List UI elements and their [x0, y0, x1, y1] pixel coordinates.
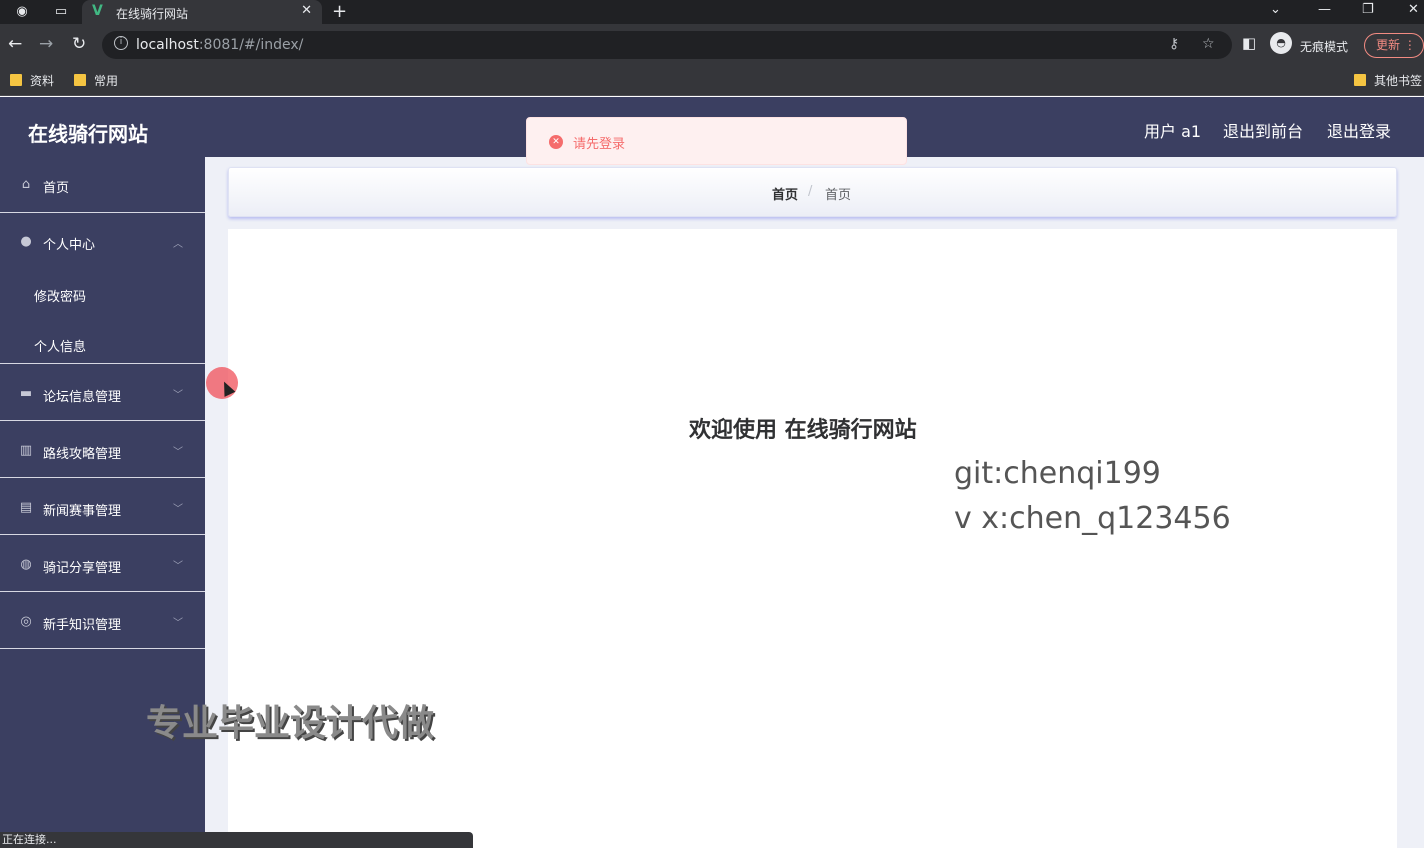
chevron-down-icon: ﹀ — [173, 390, 183, 401]
chevron-down-icon: ﹀ — [173, 504, 183, 515]
content-panel — [228, 229, 1397, 848]
app-title: 在线骑行网站 — [28, 122, 148, 146]
exit-to-front-link[interactable]: 退出到前台 — [1223, 118, 1303, 142]
minimize-icon[interactable]: — — [1318, 2, 1331, 17]
breadcrumb-root[interactable]: 首页 — [772, 184, 798, 203]
bookmark-folder-ziliao[interactable]: 资料 — [10, 72, 54, 90]
back-icon[interactable]: ← — [8, 34, 22, 54]
globe-icon[interactable]: ◉ — [10, 2, 34, 22]
sidebar-item-home[interactable]: ⌂ 首页 — [0, 157, 205, 213]
welcome-heading: 欢迎使用 在线骑行网站 — [689, 418, 917, 443]
side-panel-icon[interactable]: ◧ — [1242, 34, 1256, 52]
sidebar-subitem-change-password[interactable]: 修改密码 — [34, 286, 86, 305]
window-close-icon[interactable]: ✕ — [1408, 2, 1419, 17]
error-circle-icon: ✕ — [549, 135, 563, 149]
sidebar-item-forum[interactable]: ▬ 论坛信息管理 ﹀ — [0, 364, 205, 421]
folder-icon — [1354, 74, 1366, 86]
breadcrumb — [228, 167, 1397, 217]
watermark-text: 专业毕业设计代做 — [146, 703, 435, 744]
chart-icon: ▥ — [19, 443, 33, 458]
address-bar[interactable]: i localhost:8081/#/index/ ⚷ ☆ — [102, 31, 1232, 59]
chevron-down-icon: ﹀ — [173, 447, 183, 458]
folder-icon — [74, 74, 86, 86]
vue-favicon-icon: V — [92, 3, 103, 19]
sidebar-item-routes[interactable]: ▥ 路线攻略管理 ﹀ — [0, 421, 205, 478]
sidebar-item-beginner[interactable]: ◎ 新手知识管理 ﹀ — [0, 592, 205, 649]
update-button[interactable]: 更新 ⋮ — [1364, 33, 1424, 58]
toast-message: 请先登录 — [573, 137, 626, 152]
bookmarks-bar: 资料 常用 其他书签 — [0, 66, 1424, 96]
sidebar-item-news[interactable]: ▤ 新闻赛事管理 ﹀ — [0, 478, 205, 535]
home-icon: ⌂ — [21, 177, 31, 192]
browser-tab-strip: ◉ ▭ V 在线骑行网站 ✕ + ⌄ — ❐ ✕ — [0, 0, 1424, 24]
briefcase-icon: ▬ — [19, 386, 33, 401]
folder-icon — [10, 74, 22, 86]
browser-tab[interactable]: V 在线骑行网站 ✕ — [82, 0, 322, 24]
incognito-icon[interactable]: ◓ — [1270, 32, 1292, 54]
chevron-down-icon: ﹀ — [173, 618, 183, 629]
sidebar-subitem-personal-info[interactable]: 个人信息 — [34, 336, 86, 355]
tab-list-chevron-icon[interactable]: ⌄ — [1270, 2, 1281, 17]
tab-title: 在线骑行网站 — [116, 7, 189, 21]
sidebar-item-ride-share[interactable]: ◍ 骑记分享管理 ﹀ — [0, 535, 205, 592]
site-info-icon[interactable]: i — [114, 36, 128, 50]
overlay-git-text: git:chenqi199 — [954, 456, 1161, 491]
browser-toolbar: ← → ↻ i localhost:8081/#/index/ ⚷ ☆ ◧ ◓ … — [0, 24, 1424, 66]
bulb-icon: ◍ — [20, 557, 32, 572]
bookmark-folder-other[interactable]: 其他书签 — [1354, 72, 1422, 90]
error-toast: ✕ 请先登录 — [526, 117, 907, 165]
sidebar-item-personal-center[interactable]: ● 个人中心 ︿ 修改密码 个人信息 — [0, 213, 205, 364]
browser-status-bar: 正在连接... — [0, 832, 473, 848]
restore-icon[interactable]: ❐ — [1362, 2, 1374, 17]
tab-close-icon[interactable]: ✕ — [301, 3, 312, 18]
compass-icon: ◎ — [20, 614, 32, 629]
user-icon: ● — [20, 234, 32, 249]
breadcrumb-separator: / — [808, 184, 813, 199]
reload-icon[interactable]: ↻ — [72, 34, 86, 54]
url-text: localhost:8081/#/index/ — [136, 37, 304, 53]
bookmark-star-icon[interactable]: ☆ — [1202, 36, 1215, 52]
overlay-contact-text: v x:chen_q123456 — [954, 501, 1231, 536]
message-icon: ▤ — [19, 500, 33, 515]
chevron-down-icon: ﹀ — [173, 561, 183, 572]
chevron-up-icon: ︿ — [173, 239, 183, 250]
incognito-label: 无痕模式 — [1300, 40, 1349, 54]
bookmark-folder-changyong[interactable]: 常用 — [74, 72, 118, 90]
logout-link[interactable]: 退出登录 — [1327, 118, 1391, 142]
new-tab-icon[interactable]: + — [332, 1, 347, 22]
breadcrumb-current: 首页 — [825, 188, 852, 203]
user-label: 用户 a1 — [1144, 122, 1202, 141]
password-key-icon[interactable]: ⚷ — [1169, 36, 1179, 52]
forward-icon[interactable]: → — [39, 34, 53, 54]
tab-search-icon[interactable]: ▭ — [49, 2, 73, 22]
